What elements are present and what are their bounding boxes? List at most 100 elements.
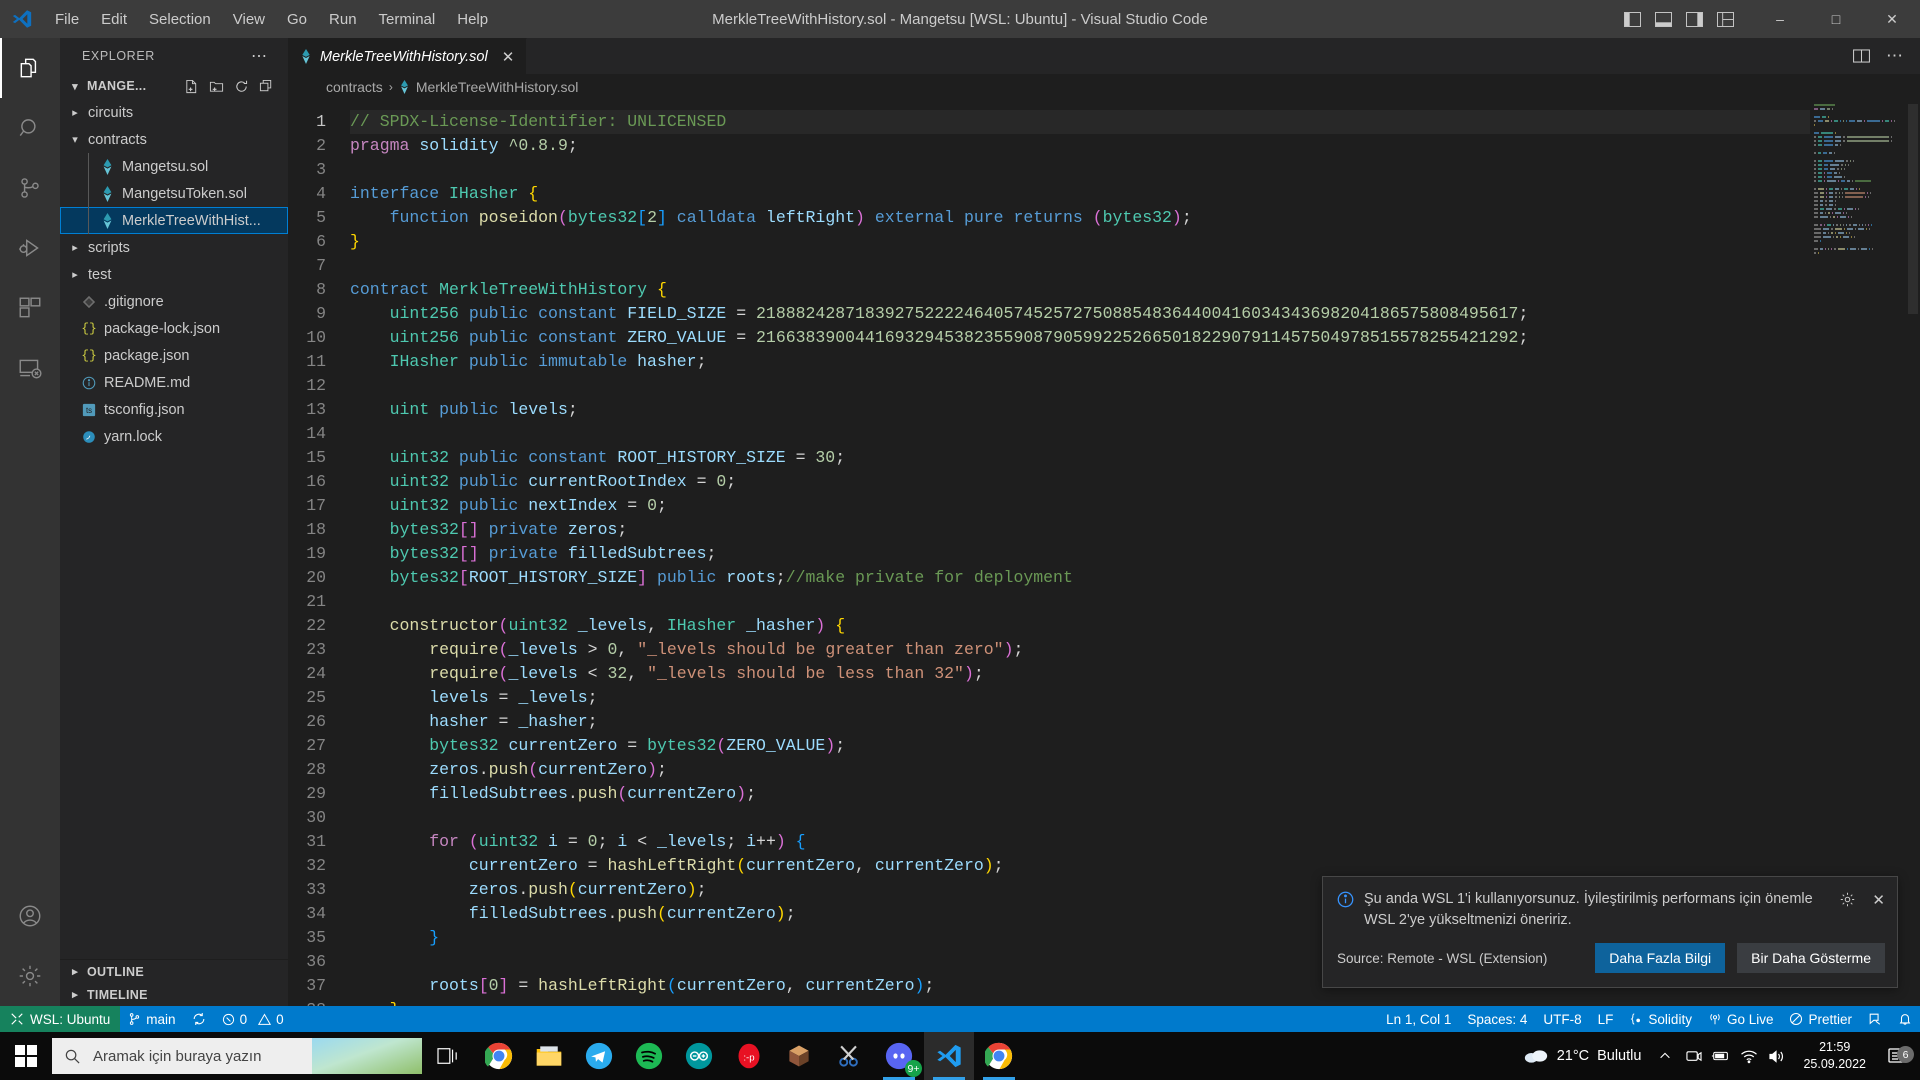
code-line[interactable]: require(_levels < 32, "_levels should be… [350, 662, 1810, 686]
tree-item-mangetsutoken-sol[interactable]: MangetsuToken.sol [60, 180, 288, 207]
status-indentation[interactable]: Spaces: 4 [1459, 1012, 1535, 1027]
code-line[interactable]: levels = _levels; [350, 686, 1810, 710]
code-line[interactable]: } [350, 230, 1810, 254]
taskbar-app-discord[interactable]: 9+ [874, 1032, 924, 1080]
tree-item-test[interactable]: ▸ test [60, 261, 288, 288]
tree-item-circuits[interactable]: ▸ circuits [60, 99, 288, 126]
wifi-icon[interactable] [1735, 1049, 1763, 1064]
code-content[interactable]: // SPDX-License-Identifier: UNLICENSED pr… [350, 100, 1810, 1006]
code-line[interactable]: bytes32[ROOT_HISTORY_SIZE] public roots;… [350, 566, 1810, 590]
code-line[interactable] [350, 374, 1810, 398]
dont-show-again-button[interactable]: Bir Daha Gösterme [1737, 943, 1885, 973]
system-tray[interactable]: 21°C Bulutlu 21:59 25.09.2022 6 [1513, 1039, 1920, 1073]
windows-start-icon[interactable] [0, 1032, 52, 1080]
taskbar-search-input[interactable]: Aramak için buraya yazın [52, 1038, 422, 1074]
taskbar-weather[interactable]: 21°C Bulutlu [1513, 1047, 1652, 1065]
action-center-button[interactable]: 6 [1878, 1046, 1916, 1066]
battery-icon[interactable] [1707, 1049, 1735, 1063]
code-line[interactable]: uint32 public nextIndex = 0; [350, 494, 1810, 518]
code-line[interactable]: contract MerkleTreeWithHistory { [350, 278, 1810, 302]
activity-remote-explorer[interactable] [0, 338, 60, 398]
outline-panel-header[interactable]: ▸ OUTLINE [60, 960, 288, 983]
taskbar-app-snipping-tool[interactable] [824, 1032, 874, 1080]
status-problems[interactable]: 0 0 [214, 1006, 292, 1032]
activity-run-and-debug[interactable] [0, 218, 60, 278]
code-line[interactable]: function poseidon(bytes32[2] calldata le… [350, 206, 1810, 230]
code-line[interactable] [350, 590, 1810, 614]
menu-terminal[interactable]: Terminal [368, 7, 447, 32]
code-line[interactable]: } [350, 998, 1810, 1006]
status-bar[interactable]: WSL: Ubuntu main 0 0 Ln 1, Col 1 Spaces:… [0, 1006, 1920, 1032]
tab-merkletreewithhistory-sol[interactable]: MerkleTreeWithHistory.sol ✕ [288, 38, 528, 74]
task-view-icon[interactable] [422, 1032, 474, 1080]
minimize-button[interactable]: – [1752, 0, 1808, 38]
status-sync[interactable] [184, 1006, 214, 1032]
code-editor[interactable]: 1 2 3 4 5 6 7 8 9 10 11 12 13 14 15 16 17 18 19 20 21 22 23 24 2… [288, 100, 1920, 1006]
split-editor-icon[interactable] [1853, 48, 1870, 64]
tree-item-merkletreewithhistory-sol[interactable]: MerkleTreeWithHist... [60, 207, 288, 234]
toggle-secondary-sidebar-icon[interactable] [1686, 11, 1703, 27]
status-feedback[interactable] [1860, 1012, 1890, 1026]
explorer-more-actions-icon[interactable]: ⋯ [251, 46, 268, 66]
notification-toast[interactable]: Şu anda WSL 1'i kullanıyorsunuz. İyileşt… [1322, 875, 1898, 988]
code-line[interactable]: bytes32 currentZero = bytes32(ZERO_VALUE… [350, 734, 1810, 758]
activity-accounts[interactable] [0, 886, 60, 946]
minimap[interactable] [1810, 100, 1906, 1006]
menu-selection[interactable]: Selection [138, 7, 222, 32]
new-file-icon[interactable] [184, 79, 199, 94]
code-line[interactable]: for (uint32 i = 0; i < _levels; i++) { [350, 830, 1810, 854]
code-line[interactable] [350, 422, 1810, 446]
onedrive-icon[interactable] [1679, 1049, 1707, 1064]
new-folder-icon[interactable] [209, 79, 224, 94]
status-cursor-position[interactable]: Ln 1, Col 1 [1378, 1012, 1459, 1027]
code-line[interactable]: IHasher public immutable hasher; [350, 350, 1810, 374]
timeline-panel-header[interactable]: ▸ TIMELINE [60, 983, 288, 1006]
code-line[interactable] [350, 806, 1810, 830]
tree-item-scripts[interactable]: ▸ scripts [60, 234, 288, 261]
code-line[interactable]: uint32 public constant ROOT_HISTORY_SIZE… [350, 446, 1810, 470]
tree-item-gitignore[interactable]: .gitignore [60, 288, 288, 315]
show-hidden-icons[interactable] [1651, 1049, 1679, 1063]
code-line[interactable]: bytes32[] private filledSubtrees; [350, 542, 1810, 566]
tree-item-tsconfig-json[interactable]: ts tsconfig.json [60, 396, 288, 423]
activity-explorer[interactable] [0, 38, 60, 98]
tree-item-yarn-lock[interactable]: yarn.lock [60, 423, 288, 450]
code-line[interactable]: // SPDX-License-Identifier: UNLICENSED [350, 110, 1810, 134]
status-notifications-bell[interactable] [1890, 1012, 1920, 1026]
taskbar-app-chrome[interactable] [474, 1032, 524, 1080]
tree-item-package-lock-json[interactable]: {} package-lock.json [60, 315, 288, 342]
code-line[interactable]: require(_levels > 0, "_levels should be … [350, 638, 1810, 662]
activity-source-control[interactable] [0, 158, 60, 218]
status-encoding[interactable]: UTF-8 [1535, 1012, 1589, 1027]
code-line[interactable]: hasher = _hasher; [350, 710, 1810, 734]
menu-go[interactable]: Go [276, 7, 318, 32]
refresh-icon[interactable] [234, 79, 249, 94]
status-go-live[interactable]: Go Live [1700, 1012, 1782, 1027]
project-root-row[interactable]: ▾ MANGE... [60, 73, 288, 99]
volume-icon[interactable] [1763, 1049, 1791, 1064]
tree-item-mangetsu-sol[interactable]: Mangetsu.sol [60, 153, 288, 180]
close-button[interactable]: ✕ [1864, 0, 1920, 38]
activity-extensions[interactable] [0, 278, 60, 338]
status-remote-wsl[interactable]: WSL: Ubuntu [0, 1006, 121, 1032]
menu-edit[interactable]: Edit [90, 7, 138, 32]
breadcrumb-file[interactable]: MerkleTreeWithHistory.sol [416, 79, 579, 95]
menu-bar[interactable]: File Edit Selection View Go Run Terminal… [44, 7, 499, 32]
breadcrumb-folder[interactable]: contracts [326, 79, 383, 95]
editor-scrollbar[interactable] [1906, 100, 1920, 1006]
chevron-down-icon[interactable]: ▾ [68, 80, 82, 93]
code-line[interactable]: uint256 public constant ZERO_VALUE = 216… [350, 326, 1810, 350]
collapse-all-icon[interactable] [259, 79, 274, 94]
code-line[interactable]: uint256 public constant FIELD_SIZE = 218… [350, 302, 1810, 326]
code-line[interactable] [350, 254, 1810, 278]
menu-file[interactable]: File [44, 7, 90, 32]
breadcrumb[interactable]: contracts › MerkleTreeWithHistory.sol [288, 74, 1920, 100]
editor-tabs[interactable]: MerkleTreeWithHistory.sol ✕ ⋯ [288, 38, 1920, 74]
windows-taskbar[interactable]: Aramak için buraya yazın :-p 9+ 21°C Bul… [0, 1032, 1920, 1080]
status-branch[interactable]: main [120, 1006, 183, 1032]
menu-view[interactable]: View [222, 7, 276, 32]
code-line[interactable]: zeros.push(currentZero); [350, 758, 1810, 782]
more-actions-icon[interactable]: ⋯ [1886, 46, 1904, 66]
code-line[interactable]: interface IHasher { [350, 182, 1810, 206]
code-line[interactable]: uint public levels; [350, 398, 1810, 422]
